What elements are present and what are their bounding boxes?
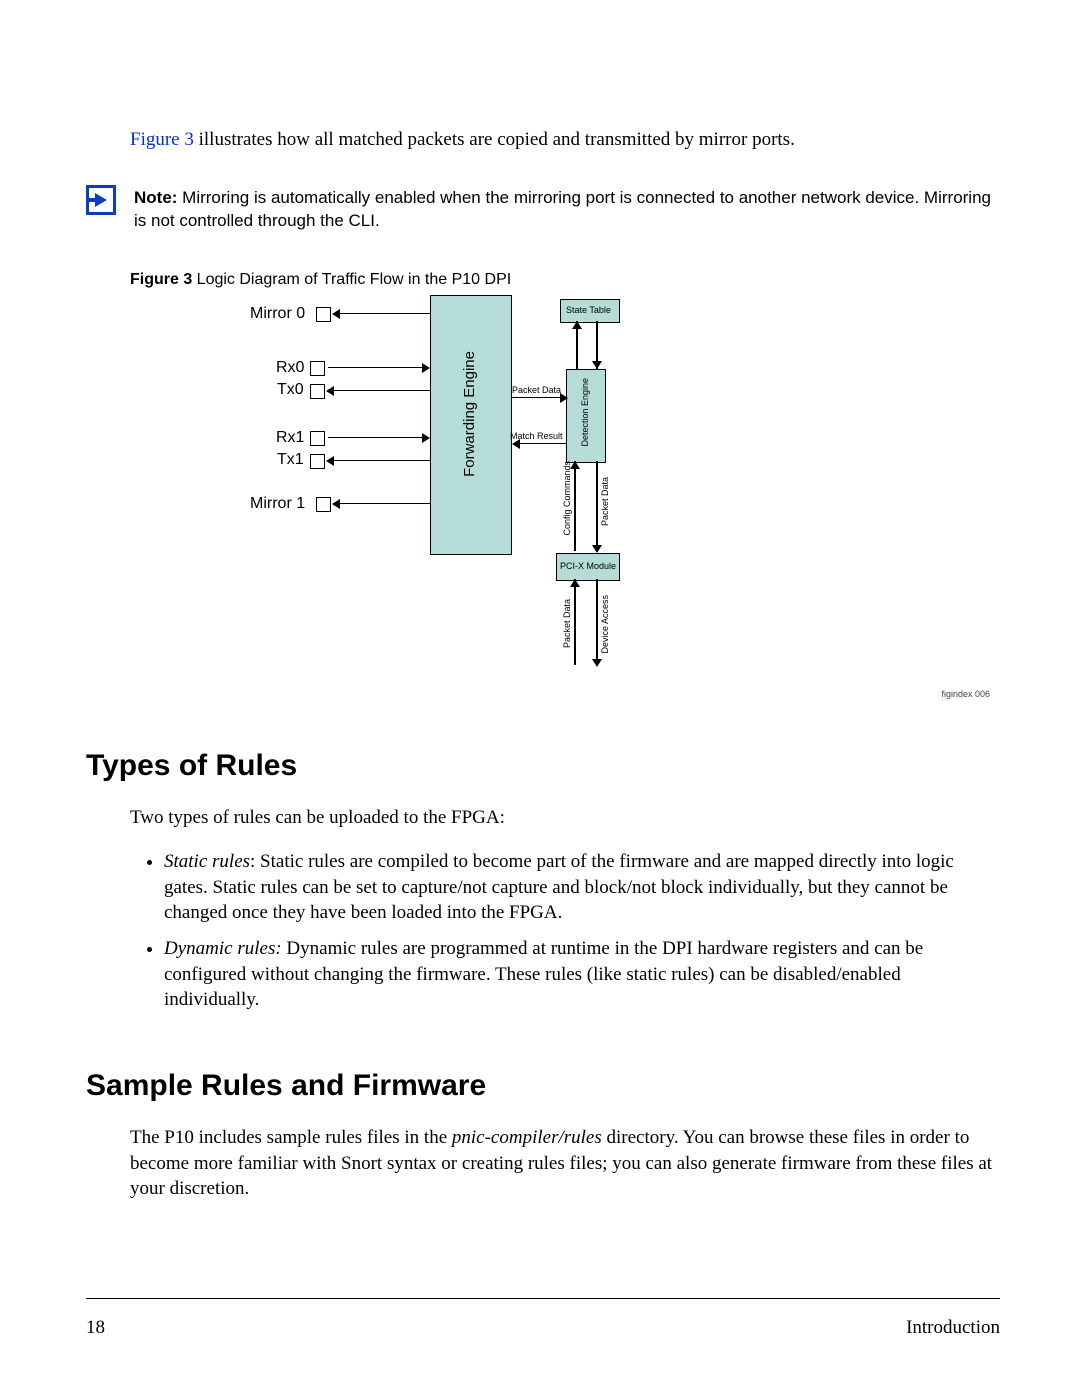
device-access-label: Device Access xyxy=(600,595,610,654)
detection-engine-label: Detection Engine xyxy=(580,378,590,447)
heading-types-of-rules: Types of Rules xyxy=(86,749,1000,783)
config-commands-label: Config Commands xyxy=(562,461,572,536)
page-number: 18 xyxy=(86,1317,105,1339)
dynamic-rules-label: Dynamic rules: xyxy=(164,938,282,959)
port-tx0 xyxy=(310,384,325,399)
types-intro: Two types of rules can be uploaded to th… xyxy=(130,805,1000,831)
port-mirror1 xyxy=(316,497,331,512)
label-mirror1: Mirror 1 xyxy=(250,495,305,513)
sample-text-1: The P10 includes sample rules files in t… xyxy=(130,1127,452,1148)
match-result-label: Match Result xyxy=(510,431,563,441)
figure-title: Logic Diagram of Traffic Flow in the P10… xyxy=(192,271,511,288)
label-rx1: Rx1 xyxy=(276,429,304,447)
forwarding-engine-box: Forwarding Engine xyxy=(430,295,512,555)
detection-engine-box: Detection Engine xyxy=(566,369,606,463)
note-body: Note: Mirroring is automatically enabled… xyxy=(134,187,1000,233)
label-rx0: Rx0 xyxy=(276,359,304,377)
rules-list: Static rules: Static rules are compiled … xyxy=(130,849,1000,1013)
note-arrow-icon xyxy=(86,185,116,215)
pcix-module-label: PCI-X Module xyxy=(560,561,616,571)
packet-data-label: Packet Data xyxy=(512,385,561,395)
figure-link[interactable]: Figure 3 xyxy=(130,129,194,150)
packet-data2-label: Packet Data xyxy=(600,477,610,526)
label-tx0: Tx0 xyxy=(277,381,304,399)
heading-sample-rules: Sample Rules and Firmware xyxy=(86,1069,1000,1103)
note-text: Mirroring is automatically enabled when … xyxy=(134,188,991,230)
intro-rest: illustrates how all matched packets are … xyxy=(194,129,795,150)
packet-data3-label: Packet Data xyxy=(562,599,572,648)
sample-dir: pnic-compiler/rules xyxy=(452,1127,602,1148)
list-item: Static rules: Static rules are compiled … xyxy=(164,849,1000,926)
port-rx1 xyxy=(310,431,325,446)
port-mirror0 xyxy=(316,307,331,322)
forwarding-engine-label: Forwarding Engine xyxy=(461,351,478,477)
figure-caption: Figure 3 Logic Diagram of Traffic Flow i… xyxy=(130,271,1000,289)
intro-paragraph: Figure 3 illustrates how all matched pac… xyxy=(130,127,1000,153)
static-rules-text: : Static rules are compiled to become pa… xyxy=(164,851,954,923)
list-item: Dynamic rules: Dynamic rules are program… xyxy=(164,936,1000,1013)
section-name: Introduction xyxy=(906,1317,1000,1339)
port-tx1 xyxy=(310,454,325,469)
label-mirror0: Mirror 0 xyxy=(250,305,305,323)
figure-number: Figure 3 xyxy=(130,271,192,288)
page-footer: 18 Introduction xyxy=(86,1298,1000,1339)
note-label: Note: xyxy=(134,188,177,207)
state-table-label: State Table xyxy=(566,305,611,315)
static-rules-label: Static rules xyxy=(164,851,250,872)
port-rx0 xyxy=(310,361,325,376)
figure-index-code: figindex 006 xyxy=(941,689,990,699)
note-block: Note: Mirroring is automatically enabled… xyxy=(86,187,1000,233)
state-table-box: State Table xyxy=(560,299,620,323)
logic-diagram: Mirror 0 Rx0 Tx0 Rx1 Tx1 Mirror 1 xyxy=(250,299,990,699)
pcix-module-box: PCI-X Module xyxy=(556,553,620,581)
label-tx1: Tx1 xyxy=(277,451,304,469)
sample-paragraph: The P10 includes sample rules files in t… xyxy=(130,1125,1000,1202)
